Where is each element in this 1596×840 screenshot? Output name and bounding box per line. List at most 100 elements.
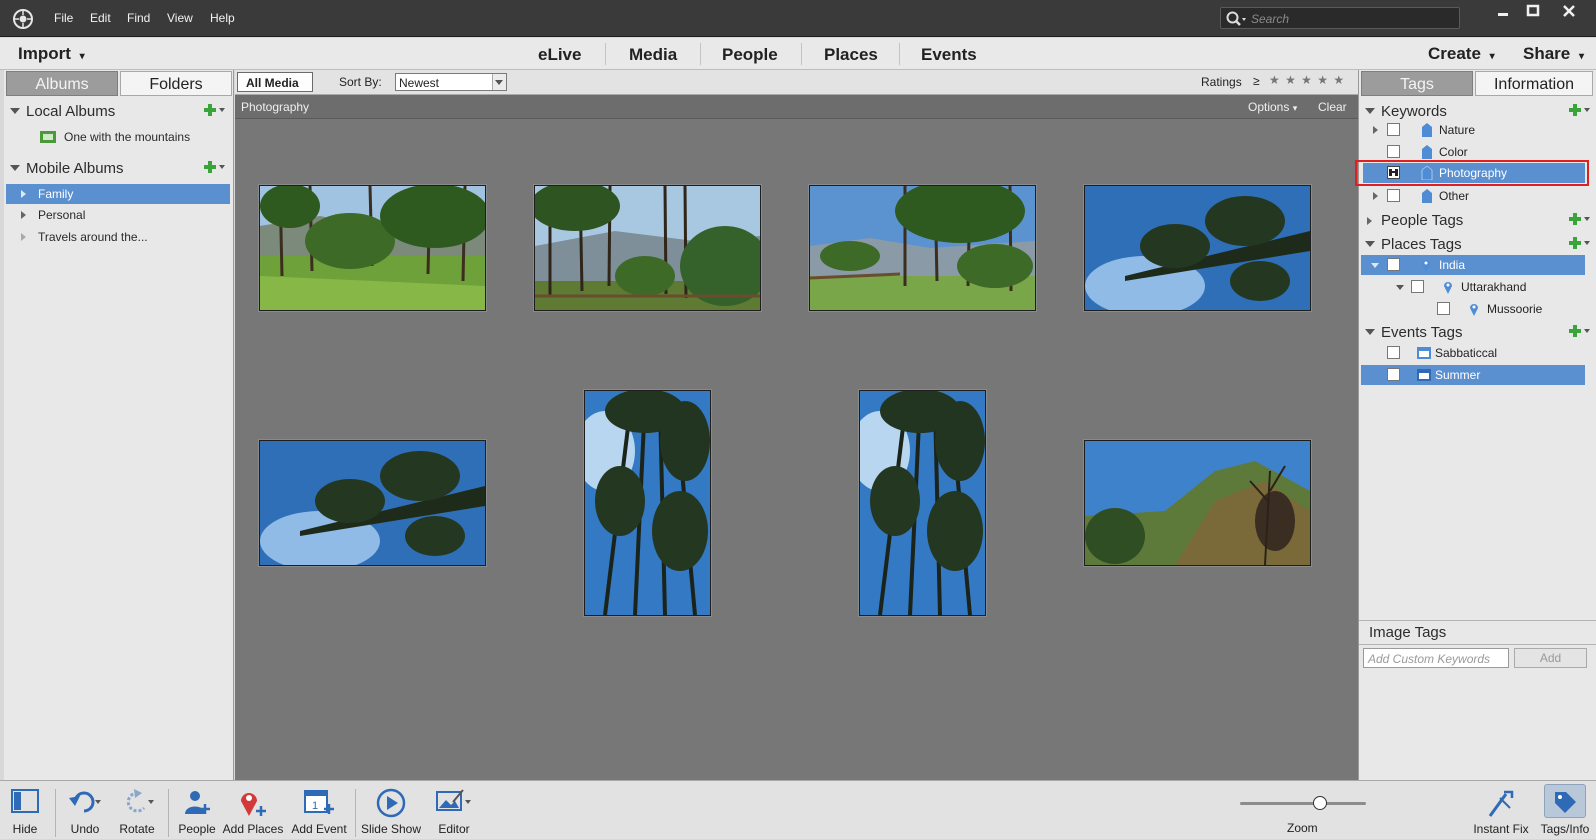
event-row-summer[interactable]: Summer: [1361, 365, 1585, 385]
tab-people[interactable]: People: [722, 45, 778, 65]
keyword-tag-icon: [1422, 189, 1432, 203]
tab-tags[interactable]: Tags: [1361, 71, 1473, 96]
menu-file[interactable]: File: [54, 11, 73, 25]
binoculars-icon[interactable]: [1387, 166, 1400, 179]
photo-thumbnail[interactable]: [1084, 185, 1311, 311]
expand-icon[interactable]: [21, 190, 26, 198]
expand-icon[interactable]: [1396, 285, 1404, 290]
album-travels[interactable]: Travels around the...: [38, 230, 148, 244]
place-row-uttarakhand[interactable]: Uttarakhand: [1359, 277, 1585, 297]
tab-events[interactable]: Events: [921, 45, 977, 65]
keyword-row-other[interactable]: Other: [1359, 186, 1585, 206]
main-nav-bar: Import ▾ eLive Media People Places Event…: [0, 38, 1596, 70]
menu-find[interactable]: Find: [127, 11, 150, 25]
keyword-row-color[interactable]: Color: [1359, 142, 1585, 162]
options-button[interactable]: Options ▾: [1248, 100, 1297, 114]
add-event-tag-button[interactable]: [1569, 324, 1593, 338]
tag-checkbox[interactable]: [1411, 280, 1424, 293]
expand-icon[interactable]: [1365, 329, 1375, 335]
tag-checkbox[interactable]: [1387, 123, 1400, 136]
add-event-button[interactable]: 1 Add Event: [288, 781, 350, 840]
menu-view[interactable]: View: [167, 11, 193, 25]
add-place-tag-button[interactable]: [1569, 236, 1593, 250]
nav-divider: [605, 43, 606, 65]
slide-show-button[interactable]: Slide Show: [360, 781, 422, 840]
tag-checkbox[interactable]: [1387, 346, 1400, 359]
undo-button[interactable]: Undo: [62, 781, 108, 840]
keyword-tag-icon: [1421, 166, 1433, 180]
place-mussoorie: Mussoorie: [1487, 302, 1543, 316]
hide-label: Hide: [12, 822, 38, 836]
events-tags-heading: Events Tags: [1381, 324, 1463, 341]
photo-thumbnail[interactable]: [584, 390, 711, 616]
rating-stars[interactable]: ★ ★ ★ ★ ★: [1269, 73, 1345, 87]
tab-folders[interactable]: Folders: [120, 71, 232, 96]
clear-button[interactable]: Clear: [1318, 100, 1347, 114]
photo-thumbnail[interactable]: [534, 185, 761, 311]
photo-thumbnail[interactable]: [1084, 440, 1311, 566]
tab-elive[interactable]: eLive: [538, 45, 581, 65]
search-input[interactable]: Search: [1220, 7, 1460, 29]
tag-checkbox[interactable]: [1387, 189, 1400, 202]
menu-edit[interactable]: Edit: [90, 11, 111, 25]
tags-info-button[interactable]: Tags/Info: [1538, 781, 1592, 840]
expand-icon[interactable]: [1365, 241, 1375, 247]
event-row-sabbaticcal[interactable]: Sabbaticcal: [1359, 343, 1585, 363]
expand-icon[interactable]: [1367, 217, 1372, 225]
add-people-tag-button[interactable]: [1569, 212, 1593, 226]
keyword-row-photography[interactable]: Photography: [1363, 163, 1585, 183]
tag-checkbox[interactable]: [1387, 258, 1400, 271]
import-button[interactable]: Import ▾: [18, 44, 85, 64]
ratings-operator[interactable]: ≥: [1253, 74, 1260, 88]
maximize-icon[interactable]: [1524, 4, 1542, 18]
minimize-icon[interactable]: [1494, 4, 1512, 18]
add-mobile-album-button[interactable]: [204, 160, 228, 174]
sort-select[interactable]: Newest: [395, 73, 507, 91]
editor-button[interactable]: Editor: [428, 781, 480, 840]
expand-icon[interactable]: [10, 108, 20, 114]
add-places-button[interactable]: Add Places: [222, 781, 284, 840]
place-row-india[interactable]: India: [1361, 255, 1585, 275]
tag-checkbox[interactable]: [1437, 302, 1450, 315]
add-keywords-button[interactable]: Add: [1514, 648, 1587, 668]
zoom-handle[interactable]: [1313, 796, 1327, 810]
photo-thumbnail[interactable]: [859, 390, 986, 616]
create-button[interactable]: Create ▾: [1428, 44, 1495, 64]
photo-thumbnail[interactable]: [809, 185, 1036, 311]
expand-icon[interactable]: [1373, 126, 1378, 134]
expand-icon[interactable]: [10, 165, 20, 171]
album-one-with-the-mountains[interactable]: One with the mountains: [64, 130, 190, 144]
expand-icon[interactable]: [1365, 108, 1375, 114]
custom-keywords-input[interactable]: Add Custom Keywords: [1363, 648, 1509, 668]
keyword-row-nature[interactable]: Nature: [1359, 120, 1585, 140]
share-button[interactable]: Share ▾: [1523, 44, 1584, 64]
app-logo-icon[interactable]: [12, 8, 34, 30]
place-row-mussoorie[interactable]: Mussoorie: [1359, 299, 1585, 319]
instant-fix-button[interactable]: Instant Fix: [1470, 781, 1532, 840]
expand-icon[interactable]: [1373, 192, 1378, 200]
photo-thumbnail[interactable]: [259, 185, 486, 311]
tab-media[interactable]: Media: [629, 45, 677, 65]
tag-checkbox[interactable]: [1387, 145, 1400, 158]
zoom-slider[interactable]: [1240, 795, 1366, 811]
rotate-button[interactable]: Rotate: [112, 781, 162, 840]
menu-help[interactable]: Help: [210, 11, 235, 25]
expand-icon[interactable]: [1371, 263, 1379, 268]
all-media-button[interactable]: All Media: [237, 72, 313, 92]
close-icon[interactable]: [1560, 4, 1578, 18]
tab-albums[interactable]: Albums: [6, 71, 118, 96]
people-button[interactable]: People: [174, 781, 220, 840]
expand-icon[interactable]: [21, 233, 26, 241]
photo-thumbnail[interactable]: [259, 440, 486, 566]
tab-places[interactable]: Places: [824, 45, 878, 65]
album-row-family[interactable]: Family: [6, 184, 230, 204]
add-album-button[interactable]: [204, 103, 228, 117]
tab-information[interactable]: Information: [1475, 71, 1593, 96]
add-keyword-button[interactable]: [1569, 103, 1593, 117]
hide-button[interactable]: Hide: [4, 781, 46, 840]
photo-sky-tree-down: [1085, 186, 1310, 310]
expand-icon[interactable]: [21, 211, 26, 219]
undo-label: Undo: [70, 822, 100, 836]
album-personal[interactable]: Personal: [38, 208, 85, 222]
tag-checkbox[interactable]: [1387, 368, 1400, 381]
